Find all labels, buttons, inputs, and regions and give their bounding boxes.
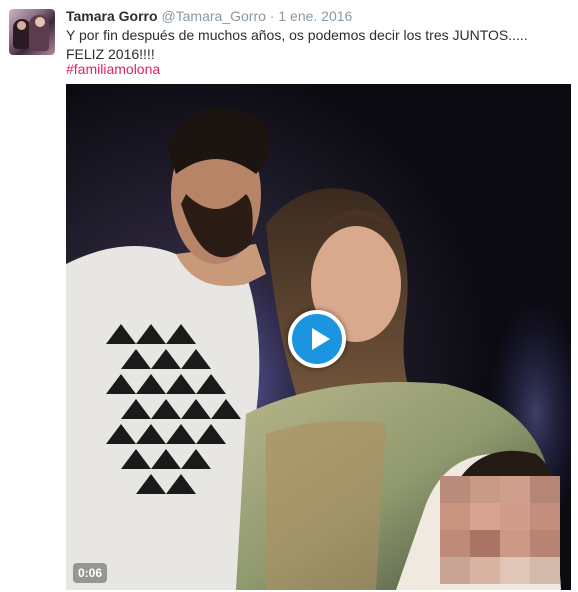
avatar-figure bbox=[17, 21, 26, 30]
tweet-text-line: Y por fin después de muchos años, os pod… bbox=[66, 27, 528, 43]
author-name[interactable]: Tamara Gorro bbox=[66, 8, 158, 24]
hashtag-link[interactable]: #familiamolona bbox=[66, 60, 160, 78]
tweet-date[interactable]: 1 ene. 2016 bbox=[278, 8, 352, 24]
video-player[interactable]: 0:06 bbox=[66, 84, 571, 590]
tweet-text: Y por fin después de muchos años, os pod… bbox=[66, 26, 566, 64]
author-handle[interactable]: @Tamara_Gorro bbox=[161, 8, 265, 24]
tweet-header: Tamara Gorro @Tamara_Gorro · 1 ene. 2016 bbox=[66, 7, 352, 25]
video-duration: 0:06 bbox=[73, 563, 108, 583]
avatar-figure bbox=[35, 17, 45, 27]
play-button[interactable] bbox=[288, 310, 346, 368]
pixelated-face bbox=[440, 476, 560, 584]
play-icon bbox=[312, 328, 330, 350]
header-separator: · bbox=[269, 8, 275, 24]
author-avatar[interactable] bbox=[9, 9, 55, 55]
